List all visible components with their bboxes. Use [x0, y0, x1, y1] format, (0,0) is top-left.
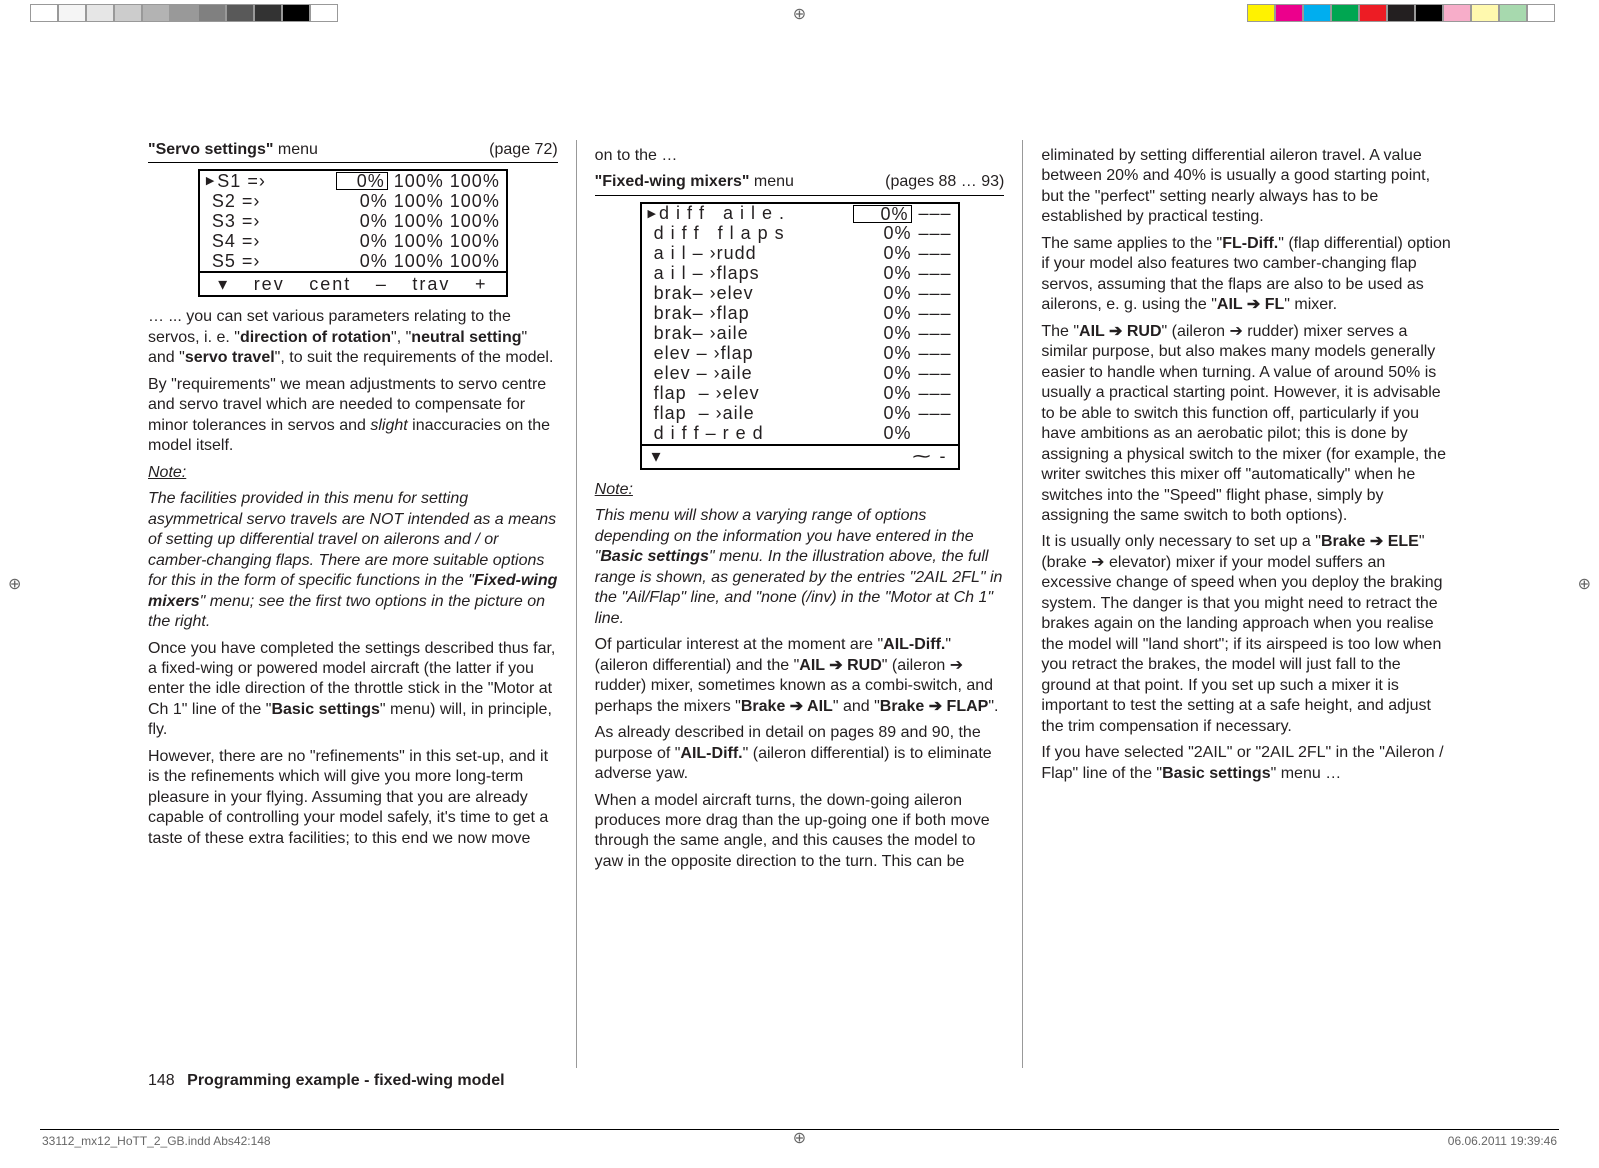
column-3: eliminated by setting differential ailer… — [1022, 140, 1469, 1068]
screen-footer: ▾revcent–trav+ — [200, 271, 506, 295]
para: Once you have completed the settings des… — [148, 639, 558, 741]
swatch — [30, 4, 58, 22]
menu-name: "Servo settings" — [148, 141, 273, 158]
screen-footer: ▾⁓ - — [642, 444, 958, 468]
screen-row: brak– ›elev0% ––– — [642, 284, 958, 304]
para: However, there are no "refinements" in t… — [148, 747, 558, 849]
mixer-menu-heading: "Fixed-wing mixers" menu (pages 88 … 93) — [595, 172, 1005, 195]
swatch — [1527, 4, 1555, 22]
screen-row: S5 =›0% 100% 100% — [200, 251, 506, 271]
screen-row: a i l – ›rudd0% ––– — [642, 244, 958, 264]
menu-name: "Fixed-wing mixers" — [595, 173, 750, 190]
swatch — [198, 4, 226, 22]
servo-menu-heading: "Servo settings" menu (page 72) — [148, 140, 558, 163]
swatch — [226, 4, 254, 22]
screen-row: ▶S1 =› 0% 100% 100% — [200, 171, 506, 191]
note-heading: Note: — [148, 463, 558, 483]
para: When a model aircraft turns, the down-go… — [595, 791, 1005, 873]
mixer-screen: ▶d i f f a i l e . 0% ––– d i f f f l a … — [640, 202, 960, 470]
page-content: "Servo settings" menu (page 72) ▶S1 =› 0… — [130, 140, 1469, 1068]
swatch — [310, 4, 338, 22]
registration-mark-left: ⊕ — [8, 574, 21, 594]
swatch — [58, 4, 86, 22]
registration-mark-right: ⊕ — [1578, 574, 1591, 594]
screen-row: S3 =›0% 100% 100% — [200, 211, 506, 231]
page-ref: (page 72) — [489, 140, 558, 160]
para: It is usually only necessary to set up a… — [1041, 532, 1451, 737]
meta-file: 33112_mx12_HoTT_2_GB.indd Abs42:148 — [42, 1134, 271, 1148]
para: Of particular interest at the moment are… — [595, 635, 1005, 717]
screen-row: flap – ›elev0% ––– — [642, 384, 958, 404]
swatch — [86, 4, 114, 22]
doc-meta: 33112_mx12_HoTT_2_GB.indd Abs42:148 06.0… — [40, 1129, 1559, 1152]
screen-row: flap – ›aile0% ––– — [642, 404, 958, 424]
swatch — [1387, 4, 1415, 22]
swatch — [254, 4, 282, 22]
swatch — [282, 4, 310, 22]
para: The same applies to the "FL-Diff." (flap… — [1041, 234, 1451, 316]
note-body: This menu will show a varying range of o… — [595, 506, 1005, 629]
screen-row: S4 =›0% 100% 100% — [200, 231, 506, 251]
swatch — [1415, 4, 1443, 22]
para: The "AIL ➔ RUD" (aileron ➔ rudder) mixer… — [1041, 322, 1451, 527]
screen-row: elev – ›aile0% ––– — [642, 364, 958, 384]
menu-word: menu — [273, 141, 317, 158]
page-number: 148 — [148, 1072, 175, 1089]
para: As already described in detail on pages … — [595, 723, 1005, 784]
meta-date: 06.06.2011 19:39:46 — [1448, 1134, 1557, 1148]
swatch — [1471, 4, 1499, 22]
swatch — [1443, 4, 1471, 22]
continuation: on to the … — [595, 146, 1005, 166]
screen-row: d i f f – r e d0% — [642, 424, 958, 444]
screen-row: elev – ›flap0% ––– — [642, 344, 958, 364]
screen-row: a i l – ›flaps0% ––– — [642, 264, 958, 284]
swatch — [1247, 4, 1275, 22]
servo-screen: ▶S1 =› 0% 100% 100% S2 =›0% 100% 100% S3… — [198, 169, 508, 297]
note-body: The facilities provided in this menu for… — [148, 489, 558, 632]
swatch — [114, 4, 142, 22]
column-1: "Servo settings" menu (page 72) ▶S1 =› 0… — [130, 140, 576, 1068]
swatch — [170, 4, 198, 22]
registration-mark-top: ⊕ — [793, 4, 806, 24]
note-heading: Note: — [595, 480, 1005, 500]
column-2: on to the … "Fixed-wing mixers" menu (pa… — [576, 140, 1023, 1068]
section-title: Programming example - fixed-wing model — [187, 1072, 504, 1089]
screen-row: S2 =›0% 100% 100% — [200, 191, 506, 211]
swatch — [1359, 4, 1387, 22]
swatch — [142, 4, 170, 22]
swatch — [1331, 4, 1359, 22]
swatch — [1499, 4, 1527, 22]
grayscale-bar — [30, 4, 338, 22]
swatch — [1275, 4, 1303, 22]
screen-row: brak– ›aile0% ––– — [642, 324, 958, 344]
page-ref: (pages 88 … 93) — [885, 172, 1004, 192]
page-footer: 148 Programming example - fixed-wing mod… — [148, 1072, 505, 1090]
para: By "requirements" we mean adjustments to… — [148, 375, 558, 457]
screen-row: ▶d i f f a i l e . 0% ––– — [642, 204, 958, 224]
color-bar — [1247, 4, 1555, 22]
para: If you have selected "2AIL" or "2AIL 2FL… — [1041, 743, 1451, 784]
para: … ... you can set various parameters rel… — [148, 307, 558, 368]
screen-row: brak– ›flap0% ––– — [642, 304, 958, 324]
menu-word: menu — [749, 173, 793, 190]
swatch — [1303, 4, 1331, 22]
screen-row: d i f f f l a p s0% ––– — [642, 224, 958, 244]
para: eliminated by setting differential ailer… — [1041, 146, 1451, 228]
